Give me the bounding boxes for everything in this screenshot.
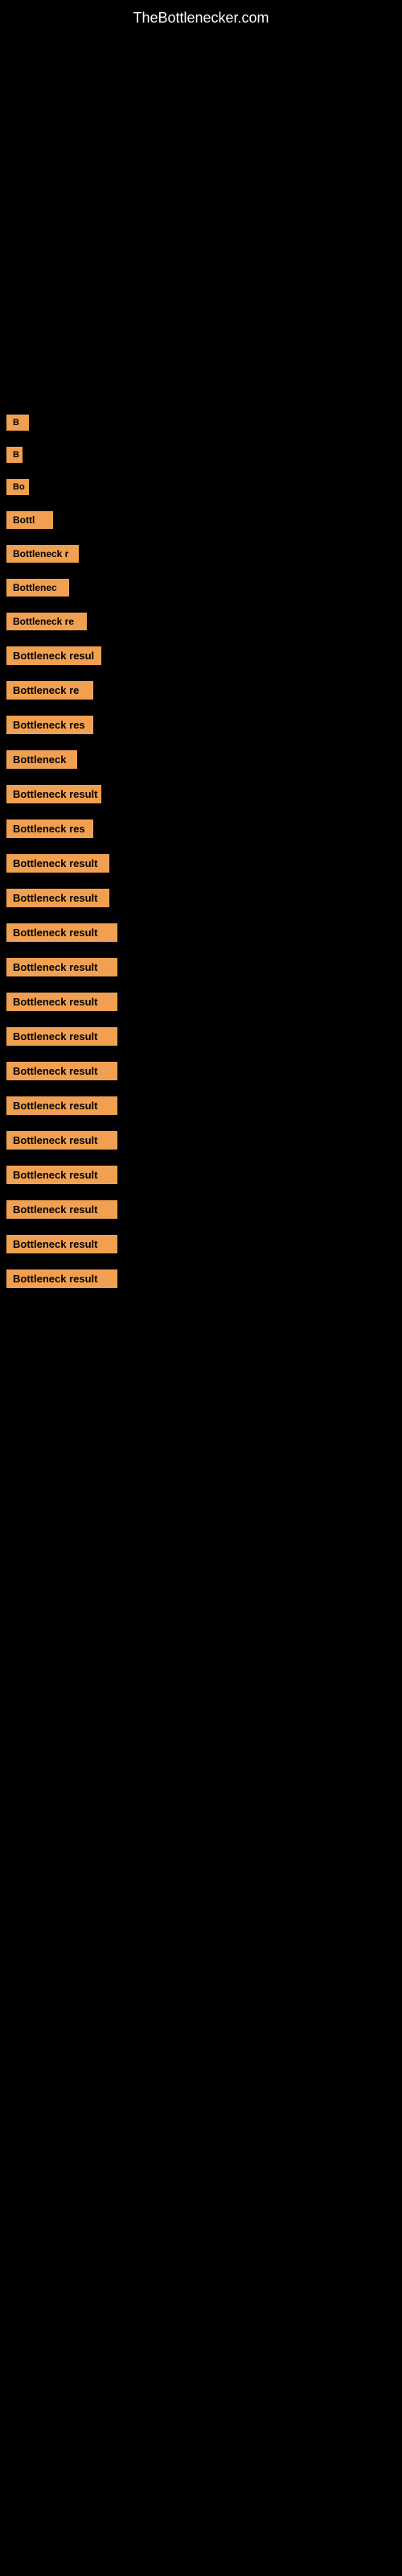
list-item: Bottleneck res [6, 819, 396, 838]
bottleneck-label: Bottleneck re [6, 681, 93, 700]
bottleneck-label: Bottleneck res [6, 819, 93, 838]
bottleneck-label: Bottlenec [6, 579, 69, 597]
list-item: Bottleneck result [6, 1027, 396, 1046]
bottleneck-label: Bottleneck r [6, 545, 79, 563]
bottleneck-label: Bottleneck result [6, 1027, 117, 1046]
list-item: Bottleneck result [6, 1096, 396, 1115]
list-item: Bottleneck result [6, 923, 396, 942]
list-item: Bottleneck [6, 750, 396, 769]
list-item: B [6, 415, 396, 431]
bottleneck-label: Bottleneck res [6, 716, 93, 734]
bottleneck-label: B [6, 415, 29, 431]
list-item: Bottleneck result [6, 958, 396, 976]
list-item: Bottleneck result [6, 1269, 396, 1288]
top-section [0, 33, 402, 403]
bottleneck-label: Bottleneck result [6, 1062, 117, 1080]
bottleneck-label: Bottleneck result [6, 923, 117, 942]
list-item: Bottleneck result [6, 1166, 396, 1184]
bottleneck-label: Bottleneck result [6, 1269, 117, 1288]
list-item: Bottleneck result [6, 785, 396, 803]
bottleneck-label: B [6, 447, 23, 463]
bottleneck-label: Bottleneck result [6, 1166, 117, 1184]
bottleneck-label: Bottleneck [6, 750, 77, 769]
list-item: Bottleneck result [6, 854, 396, 873]
bottleneck-label: Bottleneck result [6, 1096, 117, 1115]
bottleneck-label: Bottleneck result [6, 854, 109, 873]
items-container: B B Bo Bottl Bottleneck r Bottlenec Bott… [0, 403, 402, 1288]
list-item: Bottleneck re [6, 613, 396, 630]
list-item: Bottlenec [6, 579, 396, 597]
bottleneck-label: Bottleneck result [6, 958, 117, 976]
bottleneck-label: Bottleneck result [6, 1235, 117, 1253]
bottleneck-label: Bottleneck result [6, 1131, 117, 1150]
bottleneck-label: Bottleneck resul [6, 646, 101, 665]
list-item: Bottleneck result [6, 1235, 396, 1253]
list-item: B [6, 447, 396, 463]
bottleneck-label: Bottleneck re [6, 613, 87, 630]
list-item: Bottl [6, 511, 396, 529]
list-item: Bottleneck result [6, 993, 396, 1011]
bottleneck-label: Bottleneck result [6, 993, 117, 1011]
list-item: Bottleneck res [6, 716, 396, 734]
list-item: Bottleneck resul [6, 646, 396, 665]
list-item: Bottleneck result [6, 1200, 396, 1219]
bottleneck-label: Bottleneck result [6, 1200, 117, 1219]
list-item: Bottleneck result [6, 1062, 396, 1080]
list-item: Bottleneck result [6, 889, 396, 907]
bottleneck-label: Bo [6, 479, 29, 495]
list-item: Bottleneck re [6, 681, 396, 700]
site-title: TheBottlenecker.com [0, 0, 402, 33]
bottleneck-label: Bottleneck result [6, 889, 109, 907]
list-item: Bottleneck result [6, 1131, 396, 1150]
bottleneck-label: Bottleneck result [6, 785, 101, 803]
bottleneck-label: Bottl [6, 511, 53, 529]
list-item: Bottleneck r [6, 545, 396, 563]
site-header: TheBottlenecker.com [0, 0, 402, 33]
list-item: Bo [6, 479, 396, 495]
